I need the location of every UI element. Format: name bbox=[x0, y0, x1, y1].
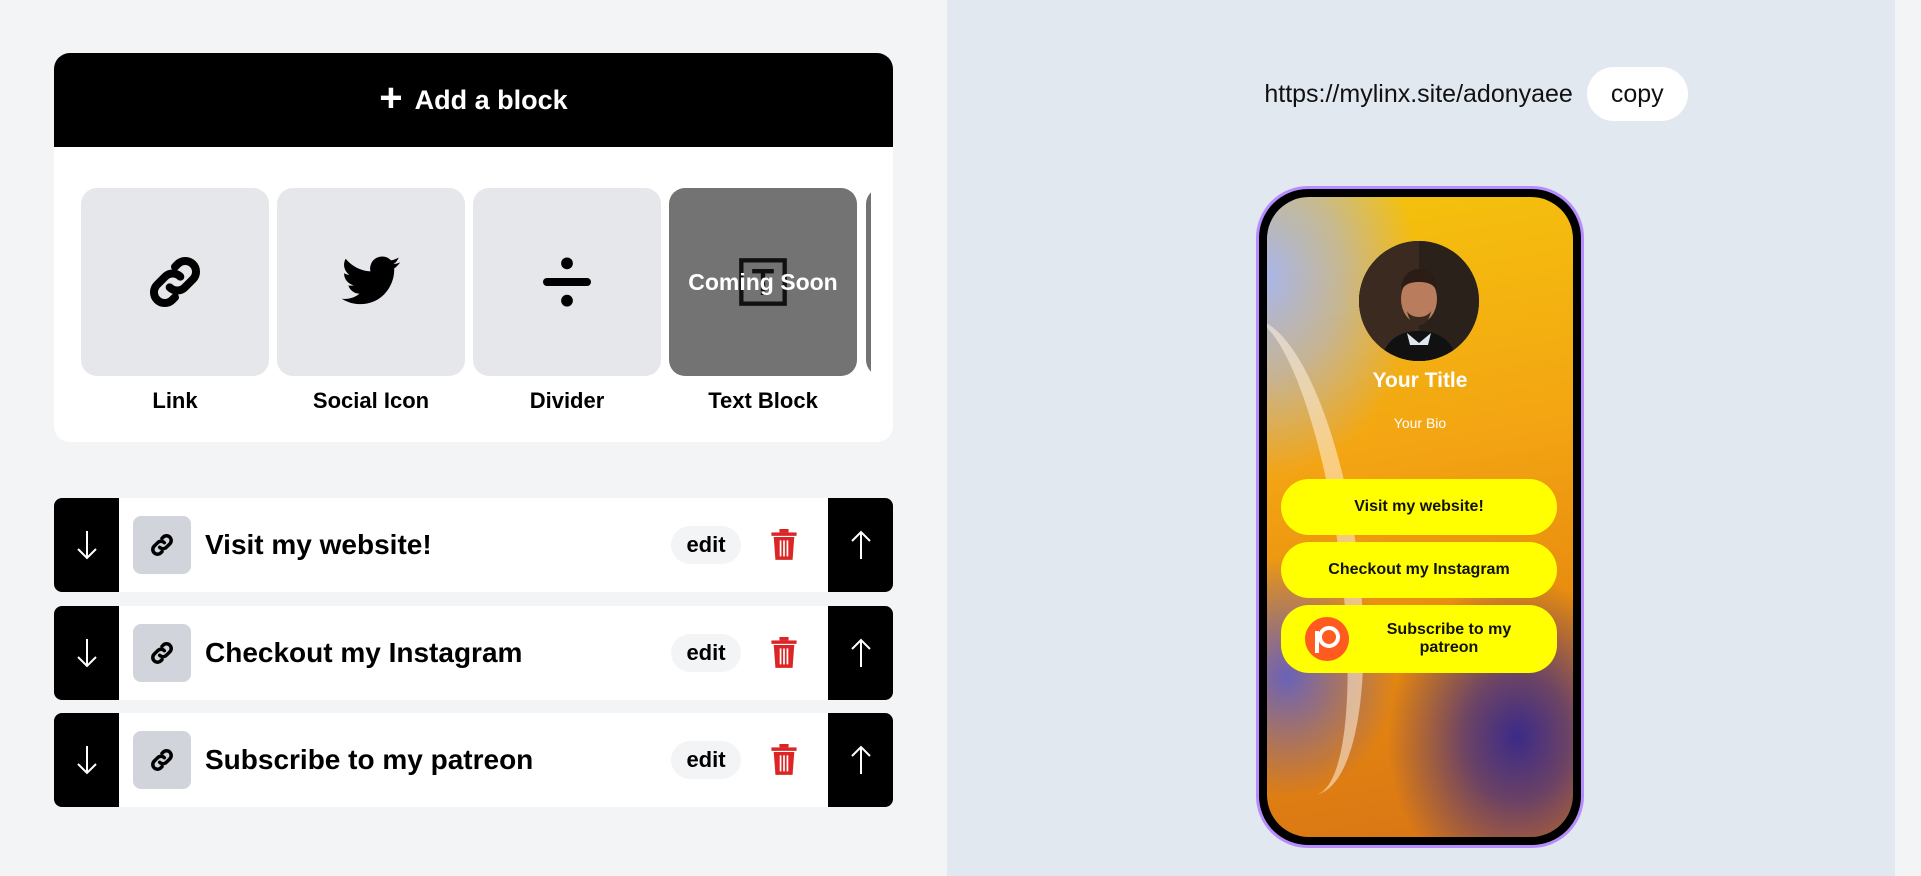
editor-panel: + Add a block Link Social Icon Divider C… bbox=[0, 0, 947, 876]
link-icon bbox=[150, 257, 200, 307]
twitter-icon bbox=[341, 256, 401, 305]
add-block-card: + Add a block Link Social Icon Divider C… bbox=[54, 53, 893, 442]
block-tile[interactable] bbox=[81, 188, 269, 376]
link-type-badge bbox=[133, 516, 191, 574]
block-type-carousel[interactable]: Link Social Icon Divider Coming Soon Tex… bbox=[81, 188, 871, 428]
block-tile-partial[interactable] bbox=[866, 188, 871, 376]
coming-soon-overlay: Coming Soon bbox=[688, 268, 838, 295]
add-block-button[interactable]: + Add a block bbox=[54, 53, 893, 147]
link-type-badge bbox=[133, 731, 191, 789]
avatar bbox=[1359, 241, 1479, 361]
block-type-link[interactable]: Link bbox=[81, 188, 269, 414]
edit-button[interactable]: edit bbox=[671, 741, 741, 779]
move-up-button[interactable] bbox=[828, 606, 893, 700]
profile-bio: Your Bio bbox=[1393, 415, 1447, 431]
avatar-photo bbox=[1359, 241, 1479, 361]
phone-screen: Your Title Your Bio Visit my website! Ch… bbox=[1267, 197, 1573, 837]
link-icon bbox=[151, 534, 173, 556]
arrow-down-icon bbox=[76, 639, 97, 668]
patreon-icon bbox=[1305, 617, 1349, 661]
block-label: Link bbox=[152, 388, 198, 413]
link-item: Subscribe to my patreon edit bbox=[54, 713, 893, 807]
share-url-row: https://mylinx.site/adonyaee copy bbox=[947, 67, 1895, 121]
block-label: Social Icon bbox=[312, 388, 430, 413]
preview-link-button[interactable]: Subscribe to my patreon bbox=[1281, 605, 1557, 673]
block-tile[interactable] bbox=[473, 188, 661, 376]
trash-icon[interactable] bbox=[770, 529, 798, 561]
arrow-up-icon bbox=[850, 530, 871, 559]
block-label: Text Block bbox=[708, 388, 818, 413]
move-down-button[interactable] bbox=[54, 713, 119, 807]
plus-icon: + bbox=[379, 76, 403, 120]
preview-link-button[interactable]: Checkout my Instagram bbox=[1281, 542, 1557, 598]
preview-link-button[interactable]: Visit my website! bbox=[1281, 479, 1557, 535]
move-up-button[interactable] bbox=[828, 498, 893, 592]
link-type-badge bbox=[133, 624, 191, 682]
profile-title: Your Title bbox=[1372, 369, 1468, 392]
block-tile[interactable]: Coming Soon bbox=[669, 188, 857, 376]
block-tile[interactable] bbox=[277, 188, 465, 376]
move-down-button[interactable] bbox=[54, 498, 119, 592]
arrow-up-icon bbox=[850, 638, 871, 667]
block-label: Divider bbox=[529, 388, 605, 413]
link-item-title: Subscribe to my patreon bbox=[205, 744, 534, 775]
copy-url-button[interactable]: copy bbox=[1586, 67, 1688, 121]
move-down-button[interactable] bbox=[54, 606, 119, 700]
phone-preview: Your Title Your Bio Visit my website! Ch… bbox=[1256, 186, 1584, 848]
block-type-text-block[interactable]: Coming Soon Text Block bbox=[669, 188, 857, 414]
add-block-label: Add a block bbox=[414, 84, 568, 115]
link-icon bbox=[151, 749, 173, 771]
preview-link-label: Visit my website! bbox=[1354, 498, 1484, 515]
block-type-social-icon[interactable]: Social Icon bbox=[277, 188, 465, 414]
edit-button[interactable]: edit bbox=[671, 634, 741, 672]
arrow-down-icon bbox=[76, 531, 97, 560]
edit-button[interactable]: edit bbox=[671, 526, 741, 564]
trash-icon[interactable] bbox=[770, 637, 798, 669]
divide-icon bbox=[543, 257, 591, 307]
link-item-title: Checkout my Instagram bbox=[205, 637, 523, 668]
move-up-button[interactable] bbox=[828, 713, 893, 807]
preview-link-label: Subscribe to my patreon bbox=[1386, 621, 1512, 656]
link-icon bbox=[151, 642, 173, 664]
arrow-down-icon bbox=[76, 746, 97, 775]
preview-link-label: Checkout my Instagram bbox=[1328, 561, 1510, 578]
profile-url[interactable]: https://mylinx.site/adonyaee bbox=[1264, 80, 1573, 109]
preview-panel: https://mylinx.site/adonyaee copy Your T… bbox=[947, 0, 1895, 876]
arrow-up-icon bbox=[850, 745, 871, 774]
link-item: Checkout my Instagram edit bbox=[54, 606, 893, 700]
link-item: Visit my website! edit bbox=[54, 498, 893, 592]
block-type-divider[interactable]: Divider bbox=[473, 188, 661, 414]
link-item-title: Visit my website! bbox=[205, 529, 432, 560]
trash-icon[interactable] bbox=[770, 744, 798, 776]
